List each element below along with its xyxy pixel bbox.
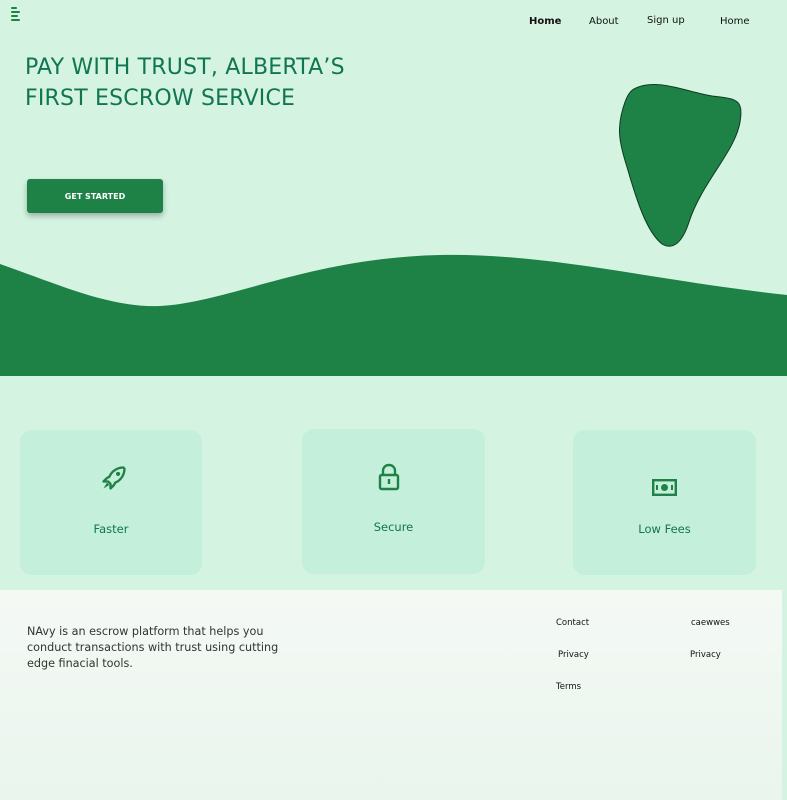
feature-label-faster: Faster [93,522,129,536]
money-icon [652,479,677,496]
decorative-blob-shape [618,84,742,247]
footer-link-privacy[interactable]: Privacy [558,650,589,661]
footer: NAvy is an escrow platform that helps yo… [0,590,782,800]
rocket-icon [102,466,126,490]
footer-right-edge [782,590,787,800]
footer-link-terms[interactable]: Terms [556,682,581,693]
nav-link-home-secondary[interactable]: Home [720,16,750,27]
nav-link-about[interactable]: About [589,16,619,27]
feature-card-secure: Secure [302,429,485,574]
feature-label-low-fees: Low Fees [638,522,691,536]
feature-card-faster: Faster [20,430,202,575]
footer-link-contact[interactable]: Contact [556,618,589,629]
hamburger-menu-icon[interactable] [11,7,23,21]
decorative-wave-shape [0,254,787,376]
footer-link-caewwes[interactable]: caewwes [691,618,731,629]
feature-card-low-fees: Low Fees [573,430,756,575]
hero-headline: PAY WITH TRUST, ALBERTA’S FIRST ESCROW S… [25,52,445,114]
hero-headline-line2: FIRST ESCROW SERVICE [25,86,296,111]
feature-label-secure: Secure [373,520,414,534]
footer-link-privacy-secondary[interactable]: Privacy [690,650,721,661]
lock-icon [378,463,400,491]
hero-headline-line1: PAY WITH TRUST, ALBERTA’S [25,55,345,80]
nav-link-home[interactable]: Home [529,16,561,27]
get-started-button[interactable]: GET STARTED [27,179,163,213]
nav-link-sign-up[interactable]: Sign up [647,15,685,26]
footer-description: NAvy is an escrow platform that helps yo… [27,625,279,670]
